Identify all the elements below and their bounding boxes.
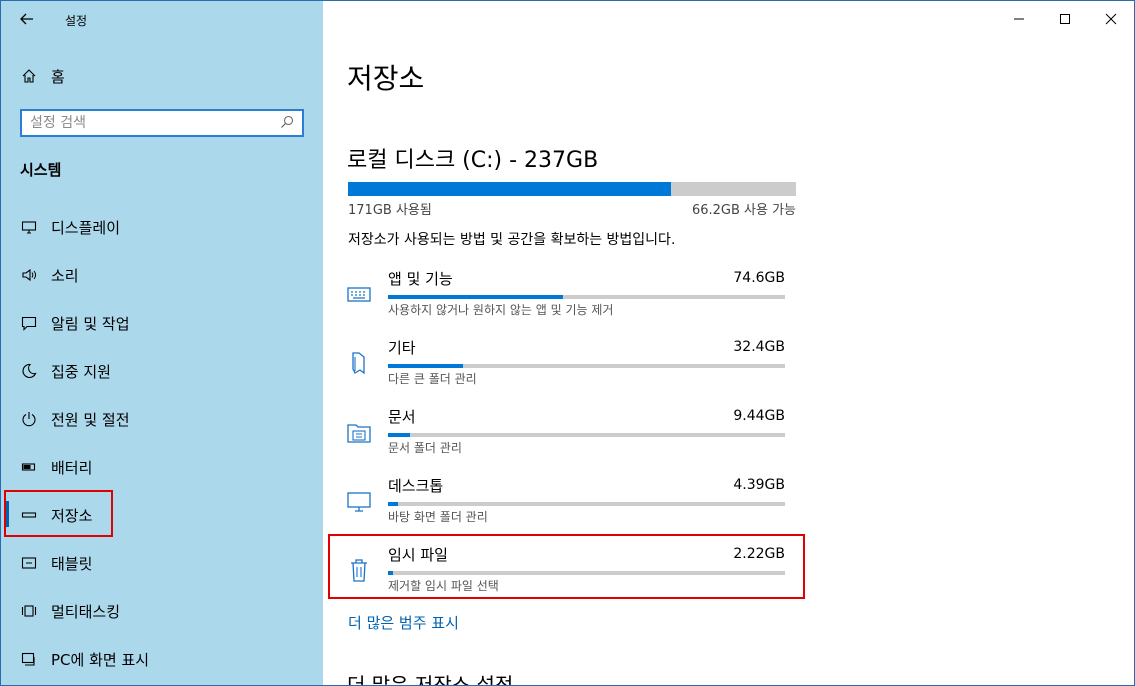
- sidebar-item-label: 알림 및 작업: [51, 314, 130, 333]
- sidebar-item-display[interactable]: 디스플레이: [1, 205, 323, 249]
- category-other[interactable]: 기타 32.4GB 다른 큰 폴더 관리: [341, 337, 801, 399]
- sidebar-item-label: 소리: [51, 266, 79, 285]
- search-input[interactable]: [30, 114, 270, 132]
- multitasking-icon: [19, 601, 39, 621]
- category-bar: [388, 502, 785, 506]
- category-documents[interactable]: 문서 9.44GB 문서 폴더 관리: [341, 406, 801, 468]
- battery-icon: [19, 457, 39, 477]
- category-bar: [388, 433, 785, 437]
- highlight-box-temp-files: [328, 534, 805, 599]
- category-name: 문서: [388, 408, 416, 426]
- maximize-icon: [1060, 14, 1070, 24]
- sidebar-item-notifications[interactable]: 알림 및 작업: [1, 301, 323, 345]
- sidebar-item-label: 홈: [51, 67, 65, 86]
- category-bar-fill: [388, 433, 410, 437]
- moon-icon: [19, 361, 39, 381]
- category-subtitle: 다른 큰 폴더 관리: [388, 372, 477, 386]
- search-box[interactable]: [20, 109, 304, 137]
- sidebar-item-label: PC에 화면 표시: [51, 650, 150, 669]
- sidebar-item-label: 전원 및 절전: [51, 410, 130, 429]
- monitor-icon: [19, 217, 39, 237]
- sidebar-item-label: 집중 지원: [51, 362, 111, 381]
- storage-description: 저장소가 사용되는 방법 및 공간을 확보하는 방법입니다.: [348, 232, 676, 248]
- category-subtitle: 바탕 화면 폴더 관리: [388, 510, 488, 524]
- apps-icon: [345, 280, 373, 308]
- category-desktop[interactable]: 데스크톱 4.39GB 바탕 화면 폴더 관리: [341, 475, 801, 537]
- speaker-icon: [19, 265, 39, 285]
- close-button[interactable]: [1088, 1, 1134, 37]
- sidebar-item-multitasking[interactable]: 멀티태스킹: [1, 589, 323, 633]
- sidebar-item-label: 멀티태스킹: [51, 602, 121, 621]
- category-bar-fill: [388, 502, 398, 506]
- disk-title: 로컬 디스크 (C:) - 237GB: [347, 148, 599, 173]
- sidebar-item-project[interactable]: PC에 화면 표시: [1, 637, 323, 681]
- category-subtitle: 사용하지 않거나 원하지 않는 앱 및 기능 제거: [388, 303, 614, 317]
- category-name: 앱 및 기능: [388, 270, 453, 288]
- notification-icon: [19, 313, 39, 333]
- category-size: 9.44GB: [733, 408, 785, 424]
- more-storage-settings-heading: 더 많은 저장소 설정: [347, 673, 514, 686]
- project-icon: [19, 649, 39, 669]
- back-button[interactable]: [15, 7, 39, 31]
- more-categories-link[interactable]: 더 많은 범주 표시: [348, 612, 459, 633]
- category-apps[interactable]: 앱 및 기능 74.6GB 사용하지 않거나 원하지 않는 앱 및 기능 제거: [341, 268, 801, 330]
- sidebar-item-sound[interactable]: 소리: [1, 253, 323, 297]
- window-controls: [996, 1, 1134, 37]
- search-icon: [280, 115, 296, 131]
- home-icon: [19, 66, 39, 86]
- sidebar: 설정 홈 시스템 디스플레이 소리: [1, 1, 323, 685]
- minimize-icon: [1014, 18, 1024, 20]
- disk-usage-bar: [348, 182, 796, 196]
- disk-free-label: 66.2GB 사용 가능: [691, 203, 796, 218]
- sidebar-item-label: 배터리: [51, 458, 93, 477]
- sidebar-item-focus-assist[interactable]: 집중 지원: [1, 349, 323, 393]
- sidebar-item-power[interactable]: 전원 및 절전: [1, 397, 323, 441]
- back-arrow-icon: [20, 13, 33, 25]
- titlebar-left: 설정: [1, 1, 323, 37]
- desktop-icon: [345, 487, 373, 515]
- sidebar-item-tablet[interactable]: 태블릿: [1, 541, 323, 585]
- page-title: 저장소: [347, 62, 425, 95]
- tablet-icon: [19, 553, 39, 573]
- maximize-button[interactable]: [1042, 1, 1088, 37]
- sidebar-item-label: 디스플레이: [51, 218, 121, 237]
- sidebar-item-battery[interactable]: 배터리: [1, 445, 323, 489]
- category-name: 기타: [388, 339, 416, 357]
- sidebar-section-title: 시스템: [20, 161, 62, 179]
- category-bar: [388, 295, 785, 299]
- other-icon: [345, 349, 373, 377]
- category-subtitle: 문서 폴더 관리: [388, 441, 462, 455]
- category-size: 4.39GB: [733, 477, 785, 493]
- sidebar-item-label: 태블릿: [51, 554, 93, 573]
- sidebar-item-home[interactable]: 홈: [1, 54, 323, 98]
- category-size: 74.6GB: [733, 270, 785, 286]
- main-content: 저장소 로컬 디스크 (C:) - 237GB 171GB 사용됨 66.2GB…: [323, 1, 1134, 686]
- app-title: 설정: [65, 14, 88, 28]
- category-size: 32.4GB: [733, 339, 785, 355]
- category-bar: [388, 364, 785, 368]
- disk-usage-fill: [348, 182, 671, 196]
- close-icon: [1105, 13, 1117, 25]
- disk-used-label: 171GB 사용됨: [348, 203, 432, 218]
- power-icon: [19, 409, 39, 429]
- settings-window: 설정 홈 시스템 디스플레이 소리: [0, 0, 1135, 686]
- documents-icon: [345, 418, 373, 446]
- category-name: 데스크톱: [388, 477, 444, 495]
- minimize-button[interactable]: [996, 1, 1042, 37]
- highlight-box-storage: [4, 490, 113, 537]
- category-bar-fill: [388, 364, 464, 368]
- category-bar-fill: [388, 295, 563, 299]
